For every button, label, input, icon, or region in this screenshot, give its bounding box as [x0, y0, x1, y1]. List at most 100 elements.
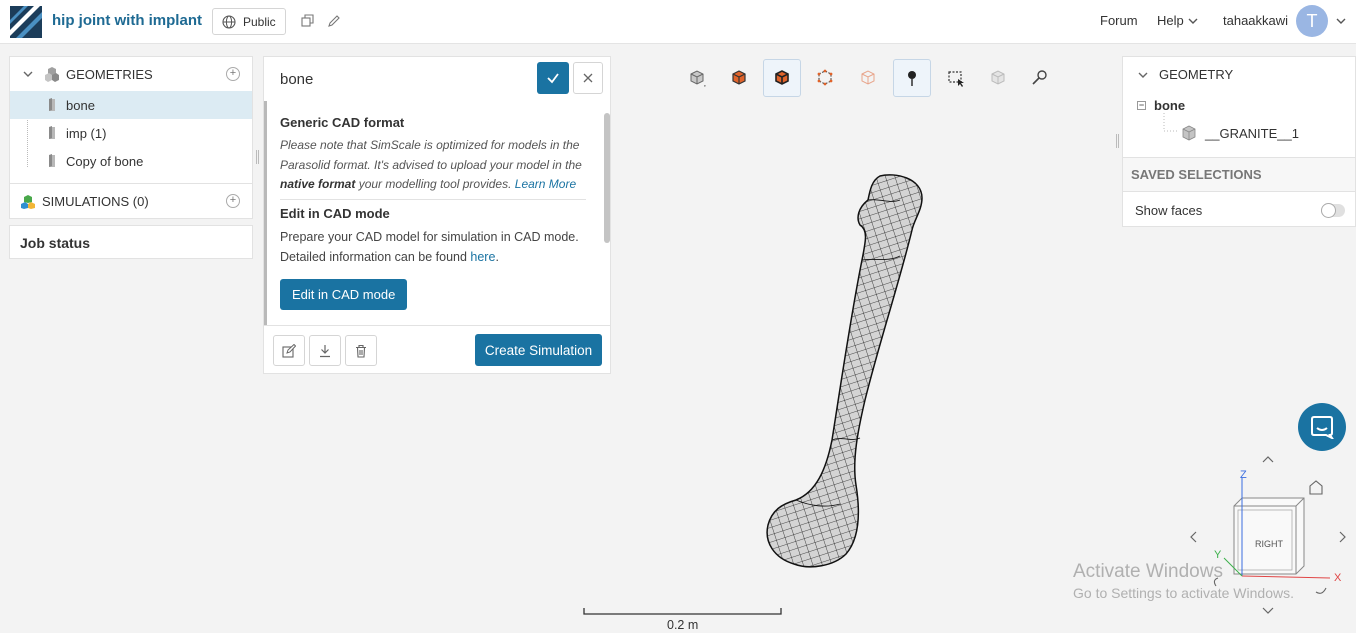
chevron-down-icon[interactable]: [1187, 15, 1199, 27]
scale-bar: [583, 608, 782, 615]
show-faces-toggle[interactable]: [1321, 203, 1345, 218]
edit-cad-heading: Edit in CAD mode: [280, 205, 390, 221]
pin-icon: [908, 71, 916, 86]
wireframe-button[interactable]: [806, 59, 844, 97]
rotate-down-arrow[interactable]: [1262, 607, 1274, 614]
geometry-item[interactable]: Copy of bone: [10, 147, 252, 175]
geometry-icon: [49, 126, 55, 139]
scrollbar-thumb[interactable]: [604, 113, 610, 243]
wireframe-cube-icon: [817, 69, 833, 86]
divider: [280, 198, 586, 200]
tree-connector: [1163, 113, 1177, 132]
panel-resize-handle[interactable]: [256, 150, 259, 164]
geometry-item-label: imp (1): [66, 125, 107, 141]
detail-scrollbar[interactable]: [604, 103, 610, 323]
chevron-down-icon[interactable]: [22, 68, 34, 80]
globe-icon: [222, 14, 236, 29]
view-mode-button[interactable]: [678, 59, 716, 97]
surfaces-button[interactable]: [720, 59, 758, 97]
show-faces-label: Show faces: [1135, 203, 1203, 218]
geometry-tree-panel: GEOMETRY − bone __GRANITE__1 SAVED SELEC…: [1122, 56, 1356, 227]
geometry-label: GEOMETRY: [1159, 67, 1234, 82]
chat-button[interactable]: [1298, 403, 1346, 451]
here-link[interactable]: here: [470, 250, 495, 264]
saved-selections-header[interactable]: SAVED SELECTIONS: [1123, 157, 1355, 192]
edit-cad-text: Prepare your CAD model for simulation in…: [280, 227, 590, 267]
scale-label: 0.2 m: [667, 618, 699, 632]
rotate-up-arrow[interactable]: [1262, 456, 1274, 463]
cube-face-label: RIGHT: [1255, 539, 1284, 549]
note-text: your modelling tool provides.: [355, 177, 515, 191]
geometry-icon: [49, 98, 55, 111]
learn-more-link[interactable]: Learn More: [515, 177, 576, 191]
copy-icon[interactable]: [301, 14, 315, 28]
confirm-button[interactable]: [537, 62, 569, 94]
check-icon: [547, 73, 559, 84]
chevron-down-icon[interactable]: [1335, 15, 1347, 27]
download-icon: [320, 344, 330, 357]
forum-link[interactable]: Forum: [1100, 13, 1138, 28]
detail-body: Generic CAD format Please note that SimS…: [264, 101, 602, 325]
solid-body-icon: [1182, 125, 1196, 141]
geometries-icon: [45, 67, 59, 82]
username[interactable]: tahaakkawi: [1223, 13, 1288, 28]
rotate-cw-icon[interactable]: [1315, 587, 1327, 594]
project-tree-panel: GEOMETRIES + bone imp (1) Copy of bone S…: [9, 56, 253, 219]
surfaces-with-edges-button[interactable]: [763, 59, 801, 97]
home-icon[interactable]: [1309, 480, 1323, 495]
geometry-icon: [49, 154, 55, 167]
visibility-label: Public: [243, 14, 276, 29]
measure-button[interactable]: [1021, 59, 1059, 97]
collapse-icon[interactable]: −: [1137, 101, 1146, 110]
edit-in-cad-mode-button[interactable]: Edit in CAD mode: [280, 278, 408, 310]
hide-button[interactable]: [979, 59, 1017, 97]
close-button[interactable]: [573, 62, 603, 94]
visibility-button[interactable]: Public: [212, 8, 286, 35]
top-bar: hip joint with implant Public Forum Help…: [0, 0, 1356, 44]
transparent-button[interactable]: [849, 59, 887, 97]
pencil-icon[interactable]: [327, 14, 341, 28]
panel-resize-handle[interactable]: [1116, 134, 1119, 148]
simulations-label: SIMULATIONS (0): [42, 193, 149, 209]
help-menu[interactable]: Help: [1157, 13, 1184, 28]
chevron-down-icon[interactable]: [1137, 69, 1149, 81]
edit-period: .: [495, 249, 499, 264]
add-geometry-button[interactable]: +: [226, 67, 240, 81]
delete-button[interactable]: [345, 335, 377, 366]
edit-text: Prepare your CAD model for simulation in…: [280, 229, 579, 264]
solid-cube-icon: [690, 70, 706, 87]
simscale-logo[interactable]: [10, 6, 42, 38]
detail-title: bone: [280, 71, 314, 88]
rotate-right-arrow[interactable]: [1339, 531, 1346, 543]
simulations-icon: [21, 195, 35, 209]
box-select-button[interactable]: [937, 59, 975, 97]
add-simulation-button[interactable]: +: [226, 194, 240, 208]
activate-windows-subtitle: Go to Settings to activate Windows.: [1073, 585, 1294, 601]
download-button[interactable]: [309, 335, 341, 366]
geometry-item[interactable]: bone: [10, 91, 252, 119]
geometry-section-header[interactable]: GEOMETRY: [1137, 67, 1233, 82]
detail-footer: Create Simulation: [264, 325, 610, 373]
hidden-cube-icon: [991, 70, 1005, 85]
granite-tree-node[interactable]: __GRANITE__1: [1181, 125, 1299, 141]
activate-windows-title: Activate Windows: [1073, 561, 1223, 582]
geometry-detail-panel: bone Generic CAD format Please note that…: [263, 56, 611, 374]
job-status-panel[interactable]: Job status: [9, 225, 253, 259]
simulations-section-header[interactable]: SIMULATIONS (0) +: [10, 184, 252, 218]
chat-icon: [1311, 416, 1334, 439]
magnifier-icon: [1032, 70, 1047, 85]
avatar[interactable]: T: [1296, 5, 1328, 37]
bone-model[interactable]: [760, 170, 930, 570]
edit-icon: [282, 343, 296, 358]
create-simulation-button[interactable]: Create Simulation: [475, 334, 602, 366]
geometry-item[interactable]: imp (1): [10, 119, 252, 147]
note-text: Please note that SimScale is optimized f…: [280, 138, 582, 172]
geometries-section-header[interactable]: GEOMETRIES +: [10, 57, 252, 91]
rotate-left-arrow[interactable]: [1190, 531, 1197, 543]
edit-button[interactable]: [273, 335, 305, 366]
point-select-button[interactable]: [893, 59, 931, 97]
project-title[interactable]: hip joint with implant: [52, 12, 202, 29]
transparent-cube-icon: [861, 70, 875, 85]
box-select-icon: [948, 71, 964, 87]
bone-tree-node[interactable]: − bone: [1137, 98, 1185, 113]
